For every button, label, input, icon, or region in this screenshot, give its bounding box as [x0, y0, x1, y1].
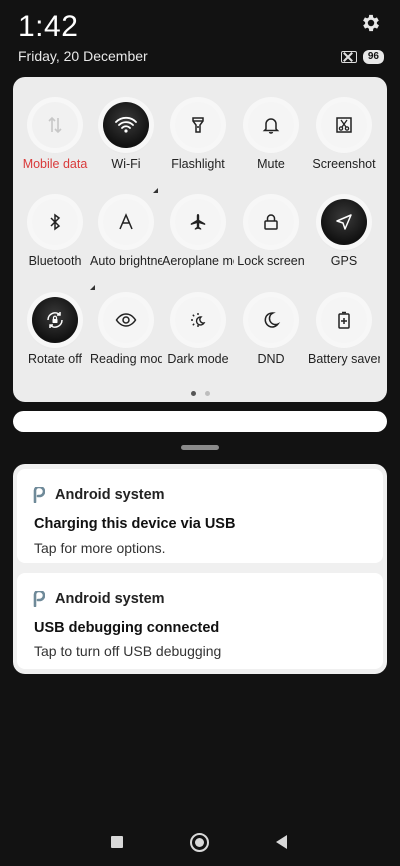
notification-title: USB debugging connected: [34, 620, 220, 636]
tile-label: GPS: [330, 254, 358, 268]
android-p-icon: [33, 487, 45, 503]
tile-rotate-off[interactable]: Rotate off: [19, 297, 91, 366]
tile-label: Reading mode: [90, 352, 162, 366]
battery-level: 96: [362, 50, 384, 64]
mobile-data-icon: [32, 102, 78, 148]
expand-indicator-icon: [153, 188, 158, 193]
notification-app-name: Android system: [55, 487, 165, 503]
tile-label: Flashlight: [171, 157, 225, 171]
lock-icon: [248, 199, 294, 245]
tile-label: Aeroplane mode: [162, 254, 234, 268]
tile-label: Auto brightness: [90, 254, 162, 268]
wifi-icon: [103, 102, 149, 148]
page-indicator: [13, 391, 387, 396]
moon-icon: [248, 297, 294, 343]
tile-dark-mode[interactable]: Dark mode: [162, 297, 234, 366]
page-dot-1: [190, 391, 196, 396]
quick-settings-panel: Mobile data Wi-Fi Flashlight Mute Screenshot…: [13, 77, 387, 402]
dark-mode-icon: [175, 297, 221, 343]
rotate-lock-icon: [32, 297, 78, 343]
tile-reading-mode[interactable]: Reading mode: [90, 297, 162, 366]
no-sim-icon: [340, 51, 357, 63]
tile-label: Mute: [257, 157, 285, 171]
tile-label: Screenshot: [312, 157, 376, 171]
tile-screenshot[interactable]: Screenshot: [308, 102, 380, 171]
notification-text: Tap to turn off USB debugging: [34, 643, 222, 659]
drag-handle[interactable]: [181, 445, 219, 450]
home-button[interactable]: [190, 833, 209, 852]
tile-flashlight[interactable]: Flashlight: [162, 102, 234, 171]
tile-label: Dark mode: [167, 352, 229, 366]
tile-lock-screen[interactable]: Lock screen: [235, 199, 307, 268]
notification-card[interactable]: Android system USB debugging connected T…: [17, 573, 383, 669]
aeroplane-icon: [175, 199, 221, 245]
expand-indicator-icon: [90, 285, 95, 290]
tile-wi-fi[interactable]: Wi-Fi: [90, 102, 162, 193]
location-arrow-icon: [321, 199, 367, 245]
screenshot-icon: [321, 102, 367, 148]
tile-label: Lock screen: [237, 254, 305, 268]
clock: 1:42: [18, 10, 79, 43]
status-icons: 96: [340, 50, 384, 64]
tile-dnd[interactable]: DND: [235, 297, 307, 366]
tile-label: DND: [257, 352, 285, 366]
tile-mute[interactable]: Mute: [235, 102, 307, 171]
tile-label: Rotate off: [28, 352, 82, 366]
tile-gps[interactable]: GPS: [308, 199, 380, 268]
notification-header: Android system: [33, 591, 165, 607]
tile-bluetooth[interactable]: Bluetooth: [19, 199, 95, 290]
tile-label: Bluetooth: [28, 254, 82, 268]
notification-title: Charging this device via USB: [34, 516, 236, 532]
bluetooth-icon: [32, 199, 78, 245]
notification-group: Android system Charging this device via …: [13, 464, 387, 674]
tile-aeroplane-mode[interactable]: Aeroplane mode: [162, 199, 234, 268]
brightness-slider[interactable]: [13, 411, 387, 432]
android-p-icon: [33, 591, 45, 607]
battery-saver-icon: [321, 297, 367, 343]
flashlight-icon: [175, 102, 221, 148]
settings-gear-icon[interactable]: [360, 12, 382, 34]
notification-card[interactable]: Android system Charging this device via …: [17, 469, 383, 563]
tile-label: Battery saver: [308, 352, 380, 366]
eye-icon: [103, 297, 149, 343]
page-dot-2: [204, 391, 210, 396]
tile-battery-saver[interactable]: Battery saver: [308, 297, 380, 366]
auto-brightness-icon: [103, 199, 149, 245]
tile-label: Wi-Fi: [111, 157, 141, 171]
date-label[interactable]: Friday, 20 December: [18, 48, 148, 64]
recents-button[interactable]: [111, 836, 123, 848]
notification-text: Tap for more options.: [34, 540, 166, 556]
notification-header: Android system: [33, 487, 165, 503]
bell-icon: [248, 102, 294, 148]
navigation-bar: [0, 826, 400, 858]
back-button[interactable]: [276, 835, 287, 849]
tile-auto-brightness[interactable]: Auto brightness: [90, 199, 162, 268]
tile-mobile-data[interactable]: Mobile data: [19, 102, 91, 171]
tile-label: Mobile data: [22, 157, 88, 171]
notification-app-name: Android system: [55, 591, 165, 607]
